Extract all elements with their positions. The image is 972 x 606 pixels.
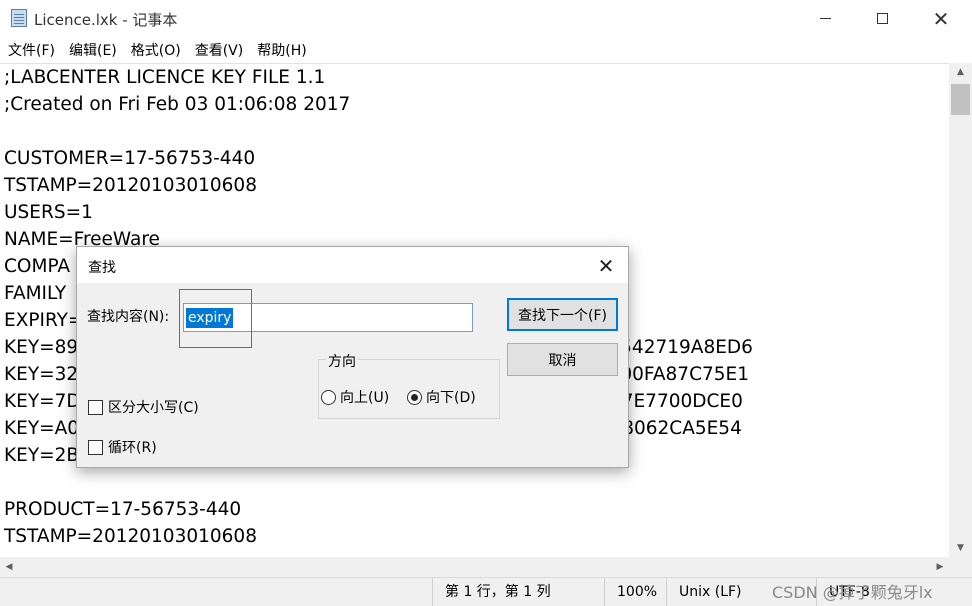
direction-up-radio[interactable]: 向上(U) bbox=[321, 387, 389, 407]
find-what-value[interactable]: expiry bbox=[186, 308, 234, 328]
close-icon: ✕ bbox=[932, 6, 950, 31]
radio-checked-icon[interactable] bbox=[407, 389, 422, 405]
vertical-scrollbar[interactable]: ▲ ▼ bbox=[949, 63, 972, 557]
match-case-label: 区分大小写(C) bbox=[108, 400, 199, 416]
window-title: Licence.lxk - 记事本 bbox=[34, 11, 178, 29]
scroll-thumb[interactable] bbox=[951, 84, 970, 115]
menu-edit[interactable]: 编辑(E) bbox=[69, 40, 117, 60]
zoom-level: 100% bbox=[604, 578, 666, 606]
menu-format[interactable]: 格式(O) bbox=[131, 40, 181, 60]
menu-view[interactable]: 查看(V) bbox=[195, 40, 244, 60]
dialog-close-button[interactable]: ✕ bbox=[591, 252, 621, 280]
match-case-checkbox[interactable]: 区分大小写(C) bbox=[88, 397, 199, 417]
wrap-around-checkbox[interactable]: 循环(R) bbox=[88, 437, 157, 457]
close-button[interactable]: ✕ bbox=[912, 0, 970, 37]
title-bar: Licence.lxk - 记事本 ✕ bbox=[0, 0, 972, 37]
horizontal-scrollbar[interactable]: ◀ ▶ bbox=[0, 557, 949, 577]
direction-down-radio[interactable]: 向下(D) bbox=[407, 387, 476, 407]
maximize-button[interactable] bbox=[853, 0, 911, 37]
direction-down-label: 向下(D) bbox=[426, 390, 476, 406]
editor-line: USERS=1 bbox=[4, 202, 93, 223]
status-bar: 第 1 行，第 1 列 100% Unix (LF) UTF-8 CSDN @掉… bbox=[0, 577, 972, 606]
menu-bar: 文件(F) 编辑(E) 格式(O) 查看(V) 帮助(H) bbox=[0, 37, 972, 63]
scroll-down-icon[interactable]: ▼ bbox=[949, 539, 972, 557]
editor-line: CUSTOMER=17-56753-440 bbox=[4, 148, 256, 169]
find-dialog: 查找 ✕ 查找内容(N): expiry 查找下一个(F) 取消 方向 向上(U… bbox=[76, 246, 629, 468]
editor-line: TSTAMP=20120103010608 bbox=[4, 526, 257, 547]
direction-label: 方向 bbox=[326, 351, 358, 371]
dialog-title: 查找 bbox=[88, 260, 116, 276]
watermark: CSDN @掉了颗兔牙lx bbox=[772, 583, 933, 602]
checkbox-icon[interactable] bbox=[88, 399, 103, 415]
editor-line: PRODUCT=17-56753-440 bbox=[4, 499, 242, 520]
scroll-left-icon[interactable]: ◀ bbox=[0, 557, 18, 577]
menu-help[interactable]: 帮助(H) bbox=[257, 40, 306, 60]
radio-unchecked-icon[interactable] bbox=[321, 389, 336, 405]
maximize-icon bbox=[876, 13, 888, 24]
find-what-label: 查找内容(N): bbox=[87, 309, 170, 325]
notepad-icon bbox=[11, 9, 27, 27]
editor-line: ;LABCENTER LICENCE KEY FILE 1.1 bbox=[4, 67, 326, 88]
cancel-button[interactable]: 取消 bbox=[507, 343, 618, 376]
wrap-around-label: 循环(R) bbox=[108, 440, 157, 456]
scroll-up-icon[interactable]: ▲ bbox=[949, 63, 972, 81]
menu-file[interactable]: 文件(F) bbox=[8, 40, 55, 60]
dialog-title-bar: 查找 ✕ bbox=[77, 247, 628, 283]
minimize-icon bbox=[819, 18, 831, 19]
editor-line: TSTAMP=20120103010608 bbox=[4, 175, 257, 196]
find-next-button[interactable]: 查找下一个(F) bbox=[507, 298, 618, 331]
scroll-corner bbox=[949, 557, 972, 577]
close-icon: ✕ bbox=[597, 254, 615, 278]
editor-line: ;Created on Fri Feb 03 01:06:08 2017 bbox=[4, 94, 351, 115]
scroll-right-icon[interactable]: ▶ bbox=[931, 557, 949, 577]
checkbox-icon[interactable] bbox=[88, 439, 103, 455]
direction-up-label: 向上(U) bbox=[340, 390, 390, 406]
cursor-position: 第 1 行，第 1 列 bbox=[432, 578, 604, 606]
minimize-button[interactable] bbox=[796, 0, 854, 37]
